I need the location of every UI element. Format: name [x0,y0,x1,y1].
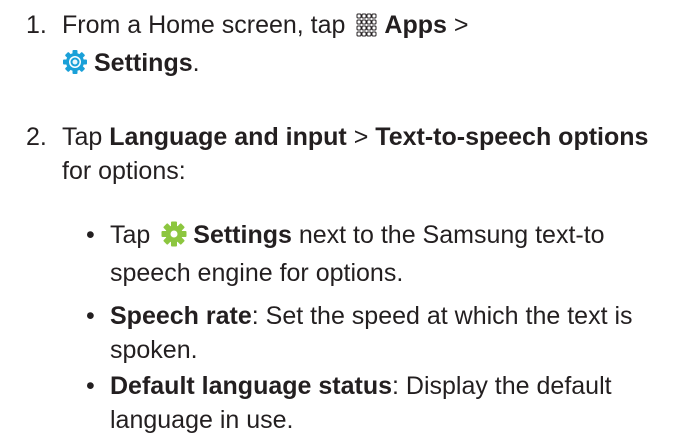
bullet-1-text: Tap Settings next to the Samsung text-to… [110,218,666,290]
bullet-mark: • [86,302,95,330]
bullet-mark: • [86,221,95,249]
separator: > [353,123,369,151]
step-2-tail: for options: [62,157,186,185]
step-2-text: Tap Language and input > Text-to-speech … [62,120,666,188]
apps-grid-icon [356,12,378,46]
language-and-input-label: Language and input [109,123,347,151]
step-number: 1. [26,11,47,39]
step-1: 1. From a Home screen, tap Apps > Settin… [26,8,666,84]
bullet-2-text: Speech rate: Set the speed at which the … [110,299,666,367]
gear-icon [161,221,187,256]
bullet-item-default-language: • Default language status: Display the d… [86,369,666,437]
settings-label: Settings [94,49,193,77]
bullet-1-bold: Settings [193,221,292,249]
separator: > [453,11,469,39]
step-2: 2. Tap Language and input > Text-to-spee… [26,120,666,188]
bullet-2-bold: Speech rate [110,302,252,330]
step-1-text: From a Home screen, tap Apps > Settings. [62,8,666,84]
bullet-mark: • [86,372,95,400]
apps-label: Apps [384,11,447,39]
step-1-intro: From a Home screen, tap [62,11,346,39]
instruction-document: 1. From a Home screen, tap Apps > Settin… [0,0,678,441]
bullet-1-lead: Tap [110,221,151,249]
step-1-end: . [192,49,200,77]
bullet-3-text: Default language status: Display the def… [110,369,666,437]
tts-options-label: Text-to-speech options [375,123,649,151]
step-2-intro: Tap [62,123,103,151]
step-number: 2. [26,123,47,151]
bullet-3-bold: Default language status [110,372,392,400]
bullet-item-settings: • Tap Settings next to the Samsung text-… [86,218,666,290]
bullet-item-speech-rate: • Speech rate: Set the speed at which th… [86,299,666,367]
settings-gear-icon [62,49,88,84]
